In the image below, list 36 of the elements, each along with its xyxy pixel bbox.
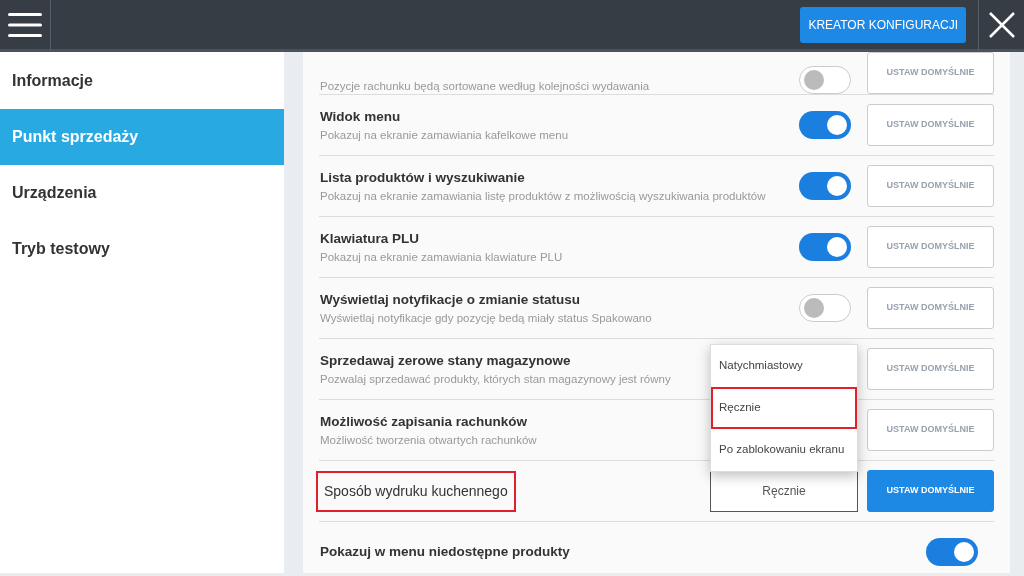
toggle-switch[interactable] [926, 538, 978, 566]
menu-icon [8, 11, 42, 38]
setting-title: Wyświetlaj notyfikacje o zmianie statusu [320, 291, 581, 310]
toggle-switch[interactable] [799, 233, 851, 261]
select-field[interactable]: Ręcznie [710, 470, 858, 512]
reset-button[interactable]: USTAW DOMYŚLNIE [867, 348, 994, 390]
setting-description: Wyświetlaj notyfikacje gdy pozycję bedą miały status Spakowano [320, 310, 652, 326]
reset-button[interactable]: USTAW DOMYŚLNIE [867, 409, 994, 451]
setting-description: Pokazuj na ekranie zamawiania klawiature PLU [320, 249, 563, 265]
wizard-button[interactable]: KREATOR KONFIGURACJI [800, 6, 966, 43]
setting-title: Lista produktów i wyszukiwanie [320, 169, 525, 188]
toggle-switch[interactable] [799, 66, 851, 94]
sidebar-item[interactable]: Punkt sprzedaży [0, 109, 284, 165]
setting-title: Możliwość zapisania rachunków [320, 413, 528, 432]
setting-description: Pokazuj na ekranie zamawiania kafelkowe menu [320, 127, 569, 143]
dropdown-option[interactable]: Natychmiastowy [711, 345, 857, 387]
setting-title: Pokazuj w menu niedostępne produkty [320, 542, 570, 561]
setting-description: Pokazuj na ekranie zamawiania listę produktów z możliwością wyszukiwania produktów [320, 188, 766, 204]
setting-title: Widok menu [320, 108, 401, 127]
dropdown-option[interactable]: Ręcznie [711, 387, 857, 429]
setting-title: Sprzedawaj zerowe stany magazynowe [320, 352, 571, 371]
setting-description: Pozycje rachunku będą sortowane według kolejności wydawania [320, 79, 650, 94]
reset-button[interactable]: USTAW DOMYŚLNIE [867, 104, 994, 146]
toggle-switch[interactable] [799, 111, 851, 139]
setting-description: Pozwalaj sprzedawać produkty, których stan magazynowy jest równy [320, 371, 671, 387]
dropdown-option[interactable]: Po zablokowaniu ekranu [711, 429, 857, 471]
reset-button[interactable]: USTAW DOMYŚLNIE [867, 470, 994, 512]
close-icon [987, 10, 1016, 39]
reset-button[interactable]: USTAW DOMYŚLNIE [867, 165, 994, 207]
toggle-switch[interactable] [799, 172, 851, 200]
setting-title: Klawiatura PLU [320, 230, 420, 249]
reset-button[interactable]: USTAW DOMYŚLNIE [867, 287, 994, 329]
reset-button[interactable]: USTAW DOMYŚLNIE [867, 52, 994, 94]
setting-description: Możliwość tworzenia otwartych rachunków [320, 432, 537, 448]
reset-button[interactable]: USTAW DOMYŚLNIE [867, 226, 994, 268]
toggle-switch[interactable] [799, 294, 851, 322]
